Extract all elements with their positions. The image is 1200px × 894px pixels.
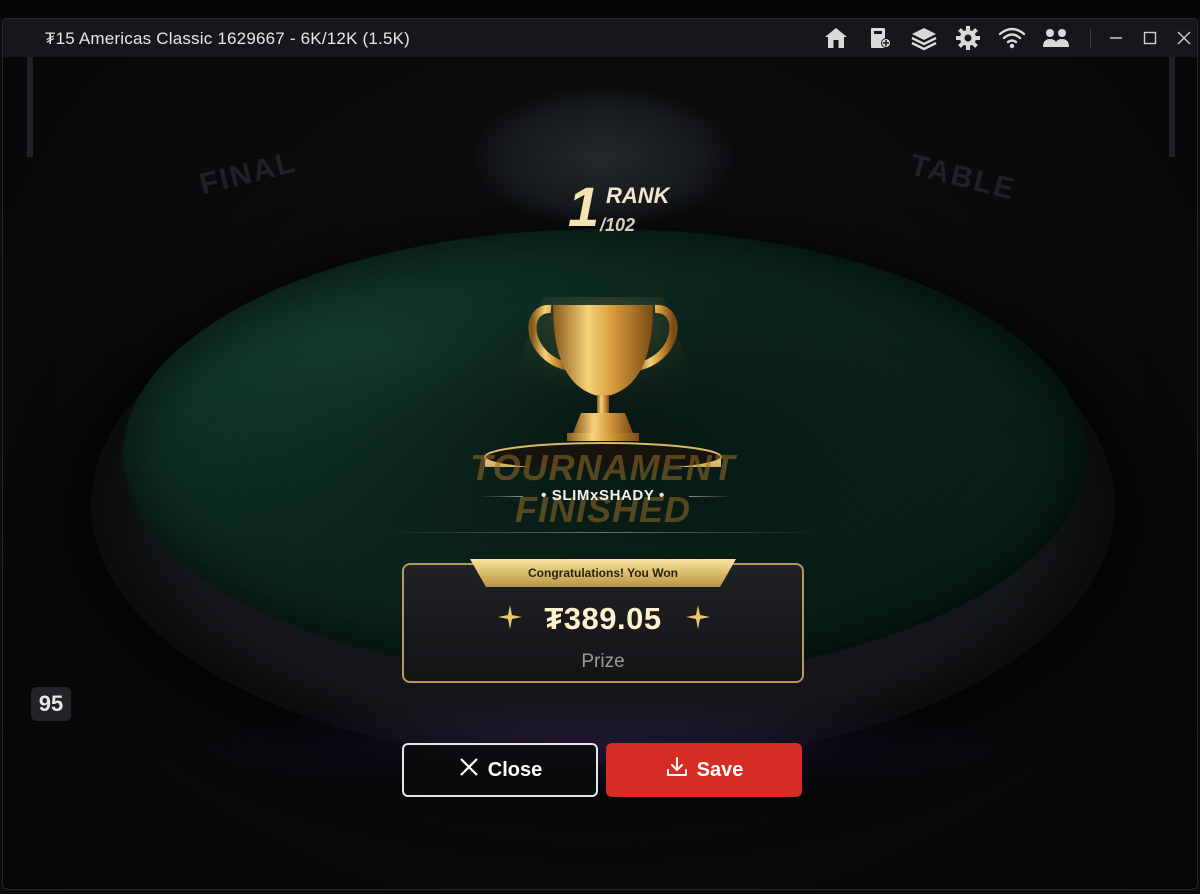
players-icon[interactable] (1039, 24, 1073, 52)
name-rule-right (689, 496, 733, 497)
chip-pile (473, 87, 733, 227)
poker-table-scene: FINAL TABLE 1 RANK /102 TOURNAMENT FINIS… (3, 57, 1197, 889)
sparkle-icon (686, 605, 710, 629)
trophy-icon (473, 257, 733, 477)
rank-number: 1 (568, 175, 600, 238)
close-button[interactable]: Close (402, 743, 598, 797)
save-button-label: Save (696, 758, 744, 781)
close-icon[interactable] (1169, 23, 1197, 53)
window-controls (1101, 23, 1197, 53)
minimize-icon[interactable] (1101, 23, 1131, 53)
prize-ribbon: Congratulations! You Won (470, 559, 736, 587)
screen-top-strip (0, 0, 1200, 18)
app-window: ₮15 Americas Classic 1629667 - 6K/12K (1… (2, 18, 1198, 890)
rank-label: RANK (606, 183, 670, 208)
maximize-icon[interactable] (1135, 23, 1165, 53)
prize-card: Congratulations! You Won ₮389.05 Prize (402, 559, 804, 683)
toolbar-icons (819, 24, 1073, 52)
close-x-icon (458, 756, 480, 784)
window-title: ₮15 Americas Classic 1629667 - 6K/12K (1… (45, 29, 411, 48)
divider (383, 532, 823, 533)
title-bar: ₮15 Americas Classic 1629667 - 6K/12K (1… (3, 19, 1197, 57)
wifi-icon[interactable] (995, 24, 1029, 52)
prize-amount: ₮389.05 (544, 601, 662, 636)
rank-total: /102 (600, 215, 636, 235)
gear-icon[interactable] (951, 24, 985, 52)
player-name: • SLIMxSHADY • (541, 487, 665, 504)
layers-icon[interactable] (907, 24, 941, 52)
save-button[interactable]: Save (606, 743, 802, 797)
close-button-label: Close (487, 758, 543, 781)
home-icon[interactable] (819, 24, 853, 52)
seat-badge: 95 (31, 687, 71, 721)
cashier-icon[interactable] (863, 24, 897, 52)
download-icon (665, 755, 689, 785)
titlebar-separator (1090, 29, 1091, 49)
prize-label: Prize (581, 651, 625, 672)
ribbon-text: Congratulations! You Won (528, 566, 678, 580)
